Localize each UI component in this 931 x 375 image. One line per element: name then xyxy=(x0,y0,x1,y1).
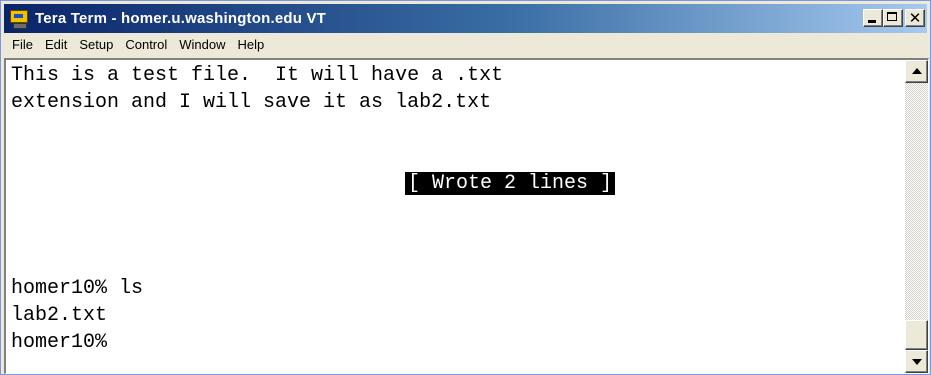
menu-edit[interactable]: Edit xyxy=(39,34,73,56)
close-button[interactable]: ✕ xyxy=(905,9,925,27)
maximize-button[interactable] xyxy=(883,9,903,27)
minimize-button[interactable] xyxy=(863,9,883,27)
minimize-icon xyxy=(868,20,876,23)
terminal-line: homer10% ls xyxy=(11,277,144,300)
monitor-base-shape xyxy=(13,22,27,29)
close-icon: ✕ xyxy=(908,9,922,27)
window-title: Tera Term - homer.u.washington.edu VT xyxy=(35,10,327,27)
status-message: [ Wrote 2 lines ] xyxy=(405,172,616,195)
terminal-line: This is a test file. It will have a .txt xyxy=(11,64,504,87)
terminal-output[interactable]: This is a test file. It will have a .txt… xyxy=(9,60,902,372)
terminal-line: lab2.txt xyxy=(11,304,108,327)
scroll-down-button[interactable] xyxy=(905,350,928,373)
scrollbar-thumb[interactable] xyxy=(905,320,928,350)
menu-control[interactable]: Control xyxy=(119,34,173,56)
scroll-up-arrow-icon xyxy=(912,68,922,74)
vertical-scrollbar[interactable] xyxy=(905,60,928,373)
terminal-line: extension and I will save it as lab2.txt xyxy=(11,91,492,114)
terminal-status-line: [ Wrote 2 lines ] xyxy=(309,143,616,195)
scroll-down-arrow-icon xyxy=(912,359,922,365)
menu-setup[interactable]: Setup xyxy=(73,34,119,56)
terminal-prompt-line: homer10% xyxy=(11,331,108,354)
menu-bar: File Edit Setup Control Window Help xyxy=(4,34,927,56)
menu-window[interactable]: Window xyxy=(173,34,231,56)
monitor-screen-shape xyxy=(10,9,28,23)
title-bar[interactable]: Tera Term - homer.u.washington.edu VT ✕ xyxy=(4,4,927,33)
maximize-icon xyxy=(887,12,897,21)
window-controls: ✕ xyxy=(863,9,925,27)
tera-term-window: Tera Term - homer.u.washington.edu VT ✕ … xyxy=(0,0,931,375)
tera-term-icon[interactable] xyxy=(9,9,29,29)
terminal-frame: This is a test file. It will have a .txt… xyxy=(4,58,929,374)
menu-help[interactable]: Help xyxy=(232,34,271,56)
menu-file[interactable]: File xyxy=(4,34,39,56)
scroll-up-button[interactable] xyxy=(905,60,928,83)
